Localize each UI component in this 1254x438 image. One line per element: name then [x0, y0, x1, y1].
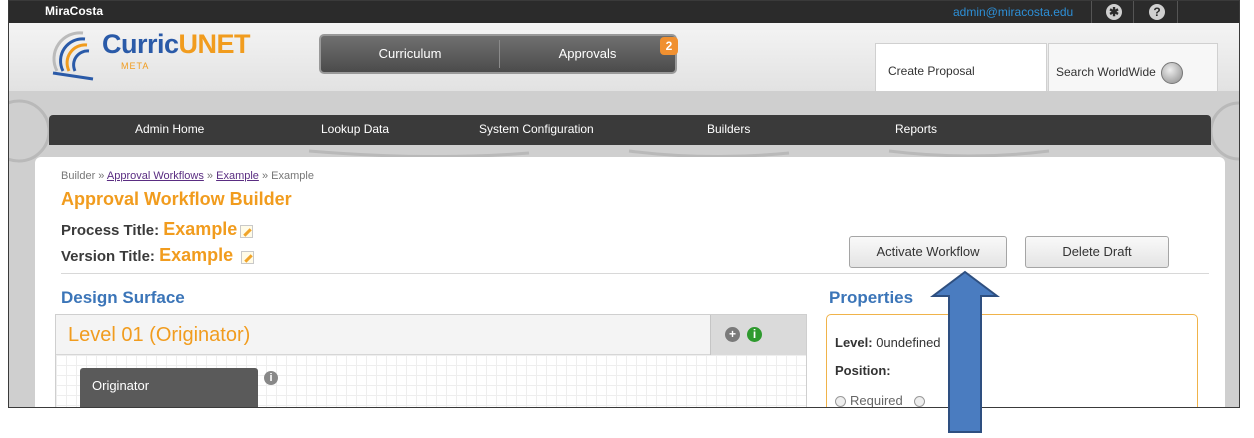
divider	[1133, 1, 1134, 23]
breadcrumb-example-link[interactable]: Example	[216, 170, 259, 182]
position-label: Position:	[835, 363, 891, 378]
level-toolbar: + i	[710, 315, 806, 355]
user-email-link[interactable]: admin@miracosta.edu	[953, 5, 1073, 19]
level-property-label: Level:	[835, 335, 877, 350]
logo-meta: META	[121, 61, 150, 71]
approvals-count-badge: 2	[660, 37, 678, 55]
breadcrumb-separator: »	[258, 170, 272, 182]
plus-circle-icon[interactable]: +	[725, 327, 740, 342]
admin-nav-lookup-data[interactable]: Lookup Data	[321, 122, 389, 136]
admin-nav-builders[interactable]: Builders	[707, 122, 750, 136]
edit-process-title-icon[interactable]	[240, 224, 254, 238]
level-header[interactable]: Level 01 (Originator) + i	[56, 315, 806, 355]
process-title-value: Example	[163, 219, 238, 239]
info-icon[interactable]: i	[264, 371, 278, 385]
optional-radio[interactable]	[914, 396, 926, 407]
logo-curric: Curric	[102, 29, 179, 59]
divider	[1091, 1, 1092, 23]
breadcrumb-root: Builder	[61, 170, 96, 182]
breadcrumb-approval-workflows-link[interactable]: Approval Workflows	[107, 170, 204, 182]
admin-nav-reports[interactable]: Reports	[895, 122, 937, 136]
institution-name: MiraCosta	[45, 4, 104, 18]
edit-version-title-icon[interactable]	[241, 250, 255, 264]
breadcrumb-separator: »	[203, 170, 217, 182]
create-proposal-button[interactable]: Create Proposal	[875, 43, 1047, 93]
version-title-value: Example	[159, 245, 234, 265]
tab-curriculum[interactable]: Curriculum	[321, 36, 499, 72]
breadcrumb: Builder » Approval Workflows » Example »…	[61, 170, 314, 182]
page-title: Approval Workflow Builder	[61, 189, 292, 209]
level-label: Level 01 (Originator)	[68, 324, 251, 346]
admin-nav-admin-home[interactable]: Admin Home	[135, 122, 204, 136]
required-radio[interactable]	[835, 396, 846, 407]
version-title-line: Version Title: Example	[61, 245, 255, 266]
properties-title: Properties	[829, 288, 914, 307]
gear-icon[interactable]: ✱	[1106, 4, 1122, 20]
process-title-line: Process Title: Example	[61, 219, 254, 240]
search-worldwide-button[interactable]: Search WorldWide	[1048, 43, 1218, 93]
divider	[61, 273, 1209, 274]
admin-nav-system-configuration[interactable]: System Configuration	[479, 122, 594, 136]
process-title-label: Process Title:	[61, 222, 164, 239]
annotation-arrow-icon	[930, 270, 1000, 433]
divider	[1177, 1, 1178, 23]
properties-panel: Level: 0undefined Position: Required ion…	[826, 314, 1198, 408]
search-worldwide-label: Search WorldWide	[1056, 65, 1156, 80]
content-panel: Builder » Approval Workflows » Example »…	[35, 157, 1225, 408]
info-icon[interactable]: i	[747, 327, 762, 342]
originator-step[interactable]: Originator	[80, 368, 258, 407]
required-option-label: Required	[850, 393, 903, 408]
logo-wordmark: CurricUNET	[102, 29, 251, 60]
design-surface[interactable]: Level 01 (Originator) + i Originator i	[55, 314, 807, 407]
top-bar: MiraCosta admin@miracosta.edu ✱ ?	[9, 1, 1239, 23]
tab-approvals[interactable]: Approvals	[500, 36, 675, 72]
header: CurricUNET META Curriculum Approvals 2 C…	[9, 23, 1239, 93]
design-surface-title: Design Surface	[61, 288, 185, 307]
version-title-label: Version Title:	[61, 248, 160, 265]
logo-unet: UNET	[178, 29, 251, 59]
question-icon[interactable]: ?	[1149, 4, 1165, 20]
admin-nav: Admin Home Lookup Data System Configurat…	[49, 115, 1211, 145]
breadcrumb-current: Example	[271, 170, 314, 182]
breadcrumb-separator: »	[95, 170, 107, 182]
curricunet-logo-icon	[52, 31, 94, 81]
activate-workflow-button[interactable]: Activate Workflow	[849, 236, 1007, 268]
delete-draft-button[interactable]: Delete Draft	[1025, 236, 1169, 268]
globe-icon	[1161, 62, 1184, 84]
app-window: MiraCosta admin@miracosta.edu ✱ ? Curric…	[8, 0, 1240, 408]
main-nav: Curriculum Approvals	[319, 34, 677, 74]
